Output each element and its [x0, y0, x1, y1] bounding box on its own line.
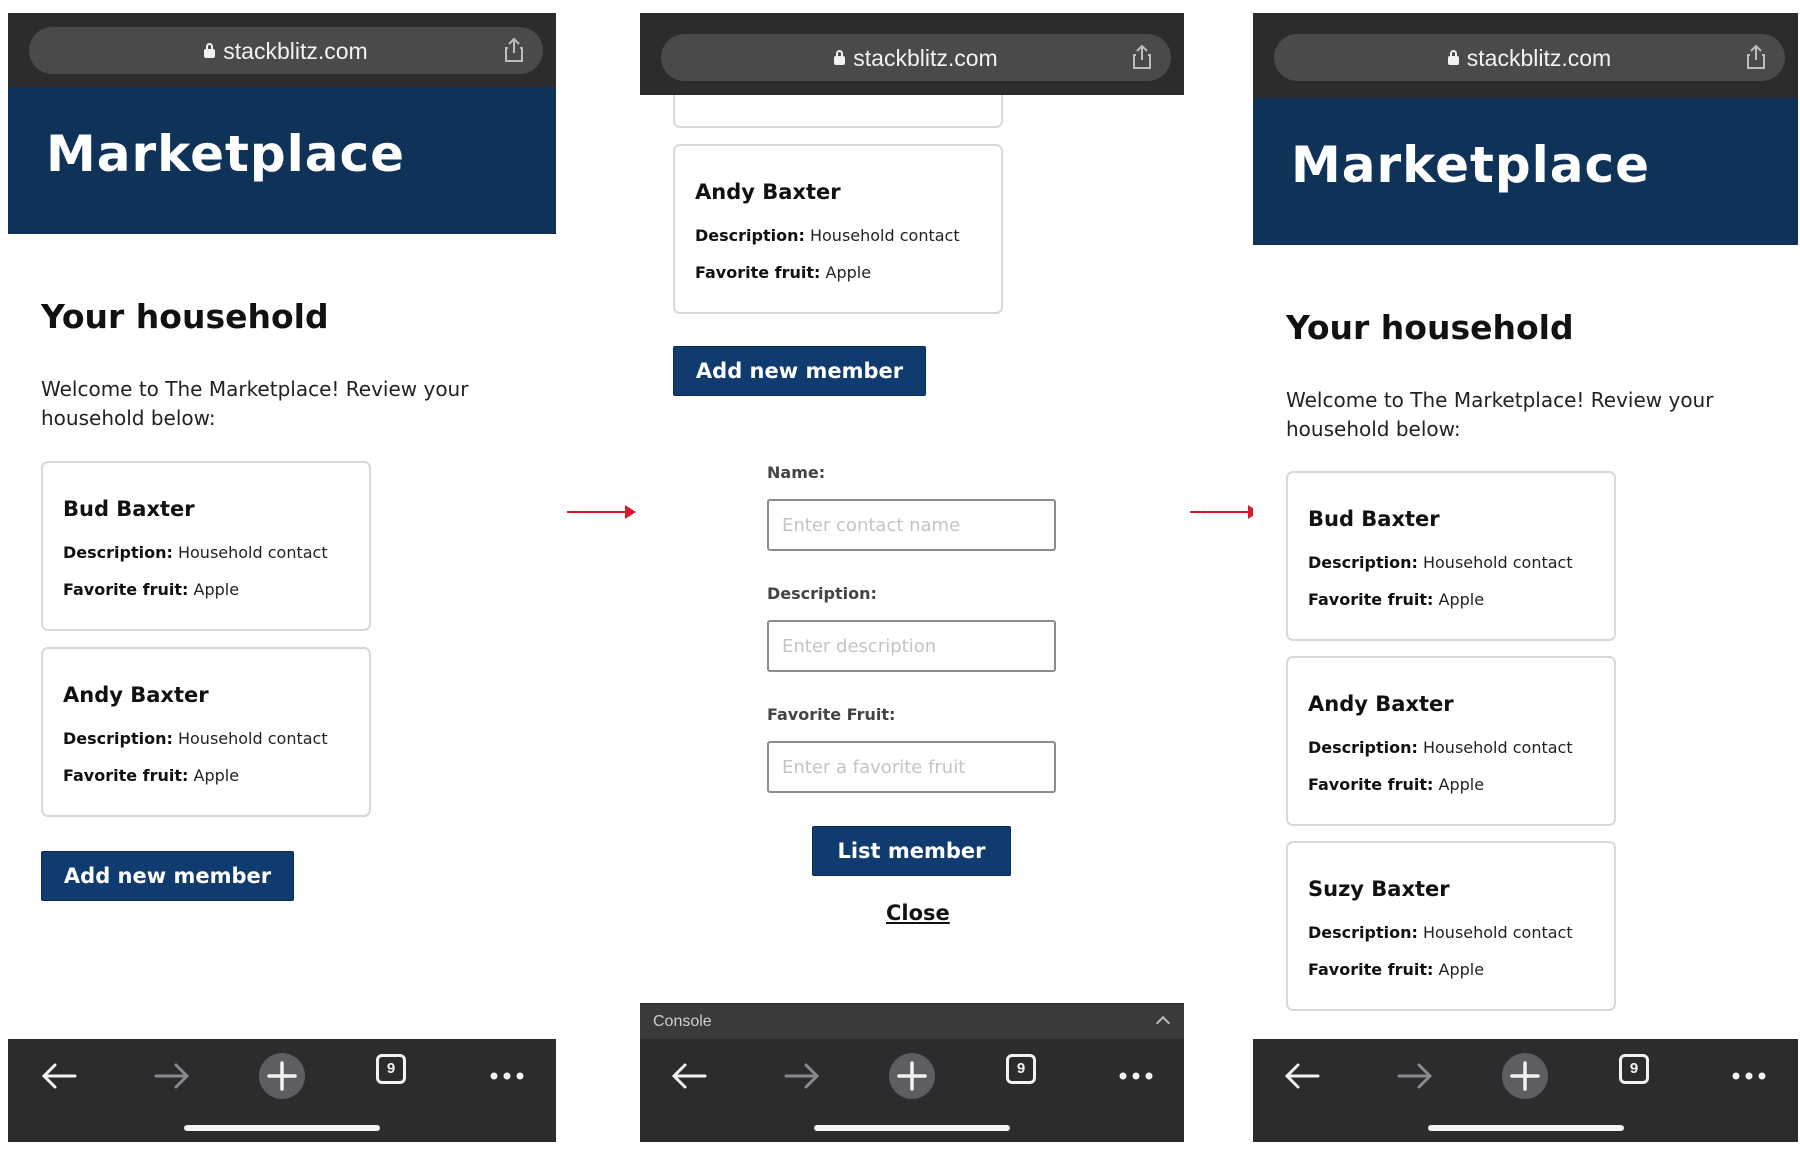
member-fruit: Apple — [825, 263, 872, 282]
transition-arrow — [1190, 505, 1259, 519]
member-description: Household contact — [177, 729, 328, 748]
back-arrow-icon[interactable] — [35, 1052, 83, 1100]
tabs-count-icon[interactable]: 9 — [1006, 1054, 1036, 1084]
member-name: Bud Baxter — [1308, 507, 1440, 531]
share-icon[interactable] — [1131, 44, 1153, 70]
forward-arrow-icon[interactable] — [148, 1052, 196, 1100]
member-card: Andy Baxter Description: Household conta… — [673, 144, 1003, 314]
screen-initial: stackblitz.com Marketplace Your househol… — [8, 13, 556, 1142]
member-name: Bud Baxter — [63, 497, 195, 521]
member-description: Household contact — [177, 543, 328, 562]
url-field[interactable]: stackblitz.com — [29, 27, 543, 74]
new-tab-plus-icon[interactable] — [888, 1052, 936, 1100]
app-header: Marketplace — [8, 87, 556, 234]
transition-arrow — [567, 505, 636, 519]
member-card: Andy Baxter Description: Household conta… — [41, 647, 371, 817]
console-label: Console — [653, 1013, 712, 1030]
add-member-button[interactable]: Add new member — [673, 346, 926, 396]
description-label: Description: — [63, 543, 173, 562]
description-label: Description: — [1308, 923, 1418, 942]
fruit-field-label: Favorite Fruit: — [767, 705, 896, 724]
fruit-label: Favorite fruit: — [1308, 590, 1434, 609]
lock-icon — [204, 43, 216, 58]
member-description: Household contact — [809, 226, 960, 245]
console-panel[interactable]: Console — [640, 1003, 1184, 1039]
url-text: stackblitz.com — [1466, 45, 1612, 71]
member-name: Andy Baxter — [695, 180, 841, 204]
description-label: Description: — [63, 729, 173, 748]
app-title: Marketplace — [46, 125, 406, 183]
member-card: Suzy Baxter Description: Household conta… — [1286, 841, 1616, 1011]
forward-arrow-icon[interactable] — [778, 1052, 826, 1100]
member-fruit: Apple — [1438, 590, 1485, 609]
welcome-text: Welcome to The Marketplace! Review your … — [41, 377, 469, 430]
url-text: stackblitz.com — [853, 45, 998, 71]
member-fruit: Apple — [193, 766, 240, 785]
more-menu-icon[interactable] — [483, 1052, 531, 1100]
browser-toolbar: 9 — [640, 1039, 1184, 1142]
welcome-text: Welcome to The Marketplace! Review your … — [1286, 388, 1714, 441]
back-arrow-icon[interactable] — [665, 1052, 713, 1100]
description-input[interactable] — [767, 620, 1056, 672]
member-name: Andy Baxter — [1308, 692, 1454, 716]
member-name: Andy Baxter — [63, 683, 209, 707]
chevron-up-icon[interactable] — [1155, 1015, 1171, 1031]
screen-add-form: stackblitz.com Andy Baxter Description: … — [640, 13, 1184, 1142]
more-menu-icon[interactable] — [1725, 1052, 1773, 1100]
member-name: Suzy Baxter — [1308, 877, 1450, 901]
tabs-count-icon[interactable]: 9 — [376, 1054, 406, 1084]
url-text: stackblitz.com — [223, 38, 368, 64]
back-arrow-icon[interactable] — [1278, 1052, 1326, 1100]
tabs-count-icon[interactable]: 9 — [1619, 1054, 1649, 1084]
home-indicator — [814, 1125, 1010, 1131]
member-description: Household contact — [1422, 553, 1573, 572]
fruit-label: Favorite fruit: — [63, 766, 189, 785]
member-card: Bud Baxter Description: Household contac… — [1286, 471, 1616, 641]
fruit-label: Favorite fruit: — [1308, 775, 1434, 794]
lock-icon — [834, 50, 846, 65]
member-description: Household contact — [1422, 738, 1573, 757]
lock-icon — [1447, 50, 1459, 65]
new-tab-plus-icon[interactable] — [258, 1052, 306, 1100]
browser-address-bar: stackblitz.com — [1253, 13, 1798, 98]
description-label: Description: — [695, 226, 805, 245]
fruit-input[interactable] — [767, 741, 1056, 793]
home-indicator — [1427, 1125, 1624, 1131]
member-fruit: Apple — [1438, 775, 1485, 794]
description-label: Description: — [1308, 553, 1418, 572]
description-label: Description: — [1308, 738, 1418, 757]
browser-address-bar: stackblitz.com — [8, 13, 556, 87]
app-title: Marketplace — [1291, 136, 1651, 194]
browser-toolbar: 9 — [8, 1039, 556, 1142]
browser-address-bar: stackblitz.com — [640, 13, 1184, 95]
app-header: Marketplace — [1253, 98, 1798, 245]
name-label: Name: — [767, 463, 826, 482]
add-member-button[interactable]: Add new member — [41, 851, 294, 901]
browser-toolbar: 9 — [1253, 1039, 1798, 1142]
screen-updated: stackblitz.com Marketplace Your househol… — [1253, 13, 1798, 1142]
home-indicator — [184, 1125, 380, 1131]
member-card: Bud Baxter Description: Household contac… — [41, 461, 371, 631]
member-description: Household contact — [1422, 923, 1573, 942]
url-field[interactable]: stackblitz.com — [661, 34, 1171, 81]
description-field-label: Description: — [767, 584, 877, 603]
forward-arrow-icon[interactable] — [1391, 1052, 1439, 1100]
member-fruit: Apple — [193, 580, 240, 599]
url-field[interactable]: stackblitz.com — [1274, 34, 1785, 81]
more-menu-icon[interactable] — [1112, 1052, 1160, 1100]
page-heading: Your household — [41, 297, 329, 336]
fruit-label: Favorite fruit: — [695, 263, 821, 282]
share-icon[interactable] — [1745, 44, 1767, 70]
page-heading: Your household — [1286, 308, 1574, 347]
fruit-label: Favorite fruit: — [1308, 960, 1434, 979]
member-fruit: Apple — [1438, 960, 1485, 979]
list-member-button[interactable]: List member — [812, 826, 1011, 876]
new-tab-plus-icon[interactable] — [1501, 1052, 1549, 1100]
member-card: Andy Baxter Description: Household conta… — [1286, 656, 1616, 826]
close-link[interactable]: Close — [886, 901, 950, 925]
fruit-label: Favorite fruit: — [63, 580, 189, 599]
share-icon[interactable] — [503, 37, 525, 63]
name-input[interactable] — [767, 499, 1056, 551]
